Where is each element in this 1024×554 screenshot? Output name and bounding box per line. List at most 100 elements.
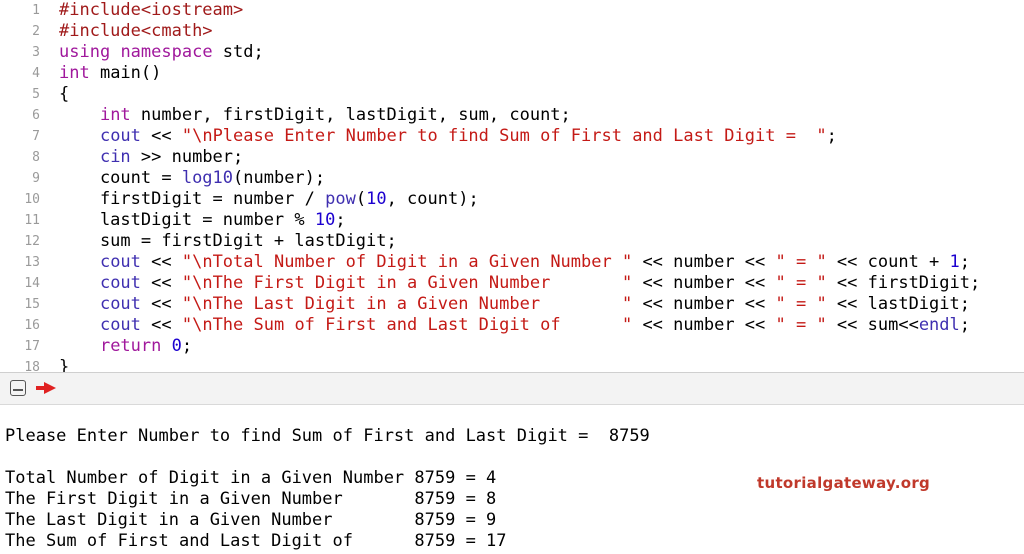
line-number: 7 [32, 129, 40, 144]
console-toggle-icon[interactable] [10, 380, 26, 396]
console-output-line: The First Digit in a Given Number 8759 =… [5, 489, 497, 509]
code-token: << [140, 294, 182, 314]
code-token: ; [181, 336, 193, 356]
line-number: 10 [24, 192, 40, 207]
code-text: cout << "\nTotal Number of Digit in a Gi… [59, 252, 970, 273]
breakpoint-arrow-icon[interactable] [36, 382, 56, 394]
code-token: sum = firstDigit + lastDigit; [59, 231, 397, 251]
line-number: 3 [32, 45, 40, 60]
code-token: 1 [949, 252, 960, 272]
debug-toolbar [0, 372, 1024, 405]
code-token: namespace [120, 42, 213, 62]
code-line[interactable]: 7 cout << "\nPlease Enter Number to find… [0, 126, 1024, 147]
code-token: ; [959, 315, 971, 335]
code-text: { [59, 84, 69, 105]
code-token: cin [99, 147, 131, 167]
code-token: count = [59, 168, 182, 188]
code-line[interactable]: 10 firstDigit = number / pow(10, count); [0, 189, 1024, 210]
code-text: using namespace std; [59, 42, 264, 63]
line-number: 13 [24, 255, 40, 270]
code-text: cout << "\nThe First Digit in a Given Nu… [59, 273, 980, 294]
code-line[interactable]: 17 return 0; [0, 336, 1024, 357]
code-token: << number << [632, 273, 776, 293]
code-token: cout [99, 126, 141, 146]
code-line[interactable]: 11 lastDigit = number % 10; [0, 210, 1024, 231]
code-line[interactable]: 9 count = log10(number); [0, 168, 1024, 189]
line-number: 17 [24, 339, 40, 354]
code-token: << [140, 315, 182, 335]
code-line[interactable]: 8 cin >> number; [0, 147, 1024, 168]
code-token: lastDigit = number % [59, 210, 315, 230]
code-token: endl [918, 315, 960, 335]
code-editor[interactable]: 1 #include<iostream> 2 #include<cmath> 3 usin… [0, 0, 1024, 372]
code-line[interactable]: 15 cout << "\nThe Last Digit in a Given … [0, 294, 1024, 315]
code-token: " = " [775, 273, 827, 293]
code-line[interactable]: 1 #include<iostream> [0, 0, 1024, 21]
code-token: #include [59, 0, 141, 20]
code-token: ; [335, 210, 346, 230]
code-token: << sum<< [826, 315, 919, 335]
code-line[interactable]: 14 cout << "\nThe First Digit in a Given… [0, 273, 1024, 294]
console-output-line: The Sum of First and Last Digit of 8759 … [5, 531, 507, 551]
code-token: << [140, 126, 182, 146]
code-text: count = log10(number); [59, 168, 325, 189]
code-text: int number, firstDigit, lastDigit, sum, … [59, 105, 571, 126]
line-number: 14 [24, 276, 40, 291]
code-text: sum = firstDigit + lastDigit; [59, 231, 397, 252]
code-text: cout << "\nThe Last Digit in a Given Num… [59, 294, 970, 315]
code-token: << [140, 252, 182, 272]
code-token: ( [355, 189, 367, 209]
code-token: << number << [632, 252, 776, 272]
code-token: 0 [171, 336, 182, 356]
line-number: 6 [32, 108, 40, 123]
code-text: return 0; [59, 336, 192, 357]
code-line[interactable]: 5{ [0, 84, 1024, 105]
code-token: { [59, 84, 70, 104]
console-output[interactable]: Please Enter Number to find Sum of First… [0, 405, 1024, 554]
code-token: << lastDigit; [826, 294, 970, 314]
code-token: (number); [233, 168, 326, 188]
line-number: 15 [24, 297, 40, 312]
code-token: cout [99, 315, 141, 335]
code-token: } [59, 357, 70, 372]
code-text: #include<iostream> [59, 0, 243, 21]
code-token: int [59, 63, 90, 83]
code-token: ; [826, 126, 837, 146]
console-prompt-line: Please Enter Number to find Sum of First… [5, 426, 650, 446]
code-line[interactable]: 16 cout << "\nThe Sum of First and Last … [0, 315, 1024, 336]
code-line[interactable]: 12 sum = firstDigit + lastDigit; [0, 231, 1024, 252]
code-line[interactable]: 13 cout << "\nTotal Number of Digit in a… [0, 252, 1024, 273]
code-text: lastDigit = number % 10; [59, 210, 346, 231]
code-text: } [59, 357, 69, 372]
line-number: 12 [24, 234, 40, 249]
code-line[interactable]: 2 #include<cmath> [0, 21, 1024, 42]
code-line[interactable]: 3 using namespace std; [0, 42, 1024, 63]
code-token: <cmath> [140, 21, 213, 41]
code-token: << firstDigit; [826, 273, 981, 293]
line-number: 4 [32, 66, 40, 81]
console-output-line: The Last Digit in a Given Number 8759 = … [5, 510, 497, 530]
code-token: " = " [775, 294, 827, 314]
code-token: << number << [632, 315, 776, 335]
code-line[interactable]: 6 int number, firstDigit, lastDigit, sum… [0, 105, 1024, 126]
code-token: ; [959, 252, 971, 272]
code-token: << [140, 273, 182, 293]
code-token: "\nPlease Enter Number to find Sum of Fi… [181, 126, 827, 146]
code-token: log10 [181, 168, 234, 188]
code-line[interactable]: 4 int main() [0, 63, 1024, 84]
line-number: 16 [24, 318, 40, 333]
code-line[interactable]: 18} [0, 357, 1024, 372]
code-token: return [99, 336, 162, 356]
code-token: "\nThe Sum of First and Last Digit of " [181, 315, 633, 335]
code-token: " = " [775, 315, 827, 335]
code-token: #include [59, 21, 141, 41]
code-token: std; [212, 42, 264, 62]
code-text: cout << "\nPlease Enter Number to find S… [59, 126, 837, 147]
code-token: cout [99, 273, 141, 293]
code-token: 10 [366, 189, 387, 209]
